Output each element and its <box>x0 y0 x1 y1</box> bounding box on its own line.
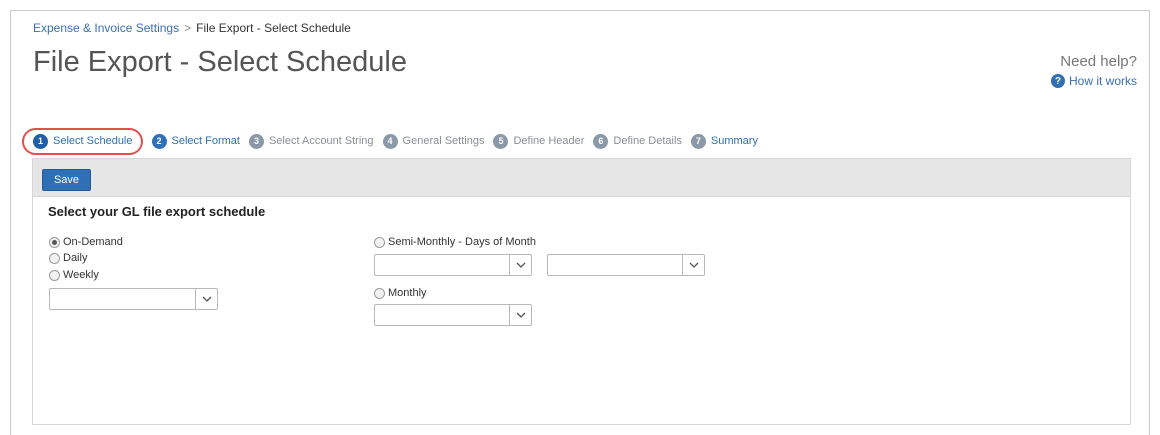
radio-indicator <box>374 236 385 248</box>
step-number: 5 <box>493 133 509 149</box>
step-number: 3 <box>248 133 264 149</box>
step-label: Summary <box>710 135 758 147</box>
chevron-down-icon <box>682 255 704 275</box>
radio-label: Weekly <box>63 269 99 281</box>
save-button[interactable]: Save <box>42 169 91 191</box>
step-label: Select Account String <box>268 135 374 147</box>
help-panel: Need help? ? How it works <box>1050 53 1137 88</box>
radio-indicator <box>49 252 60 264</box>
weekly-day-select[interactable] <box>49 288 218 310</box>
radio-daily[interactable]: Daily <box>49 252 87 264</box>
section-title: Select your GL file export schedule <box>48 204 266 219</box>
radio-weekly[interactable]: Weekly <box>49 269 99 281</box>
chevron-down-icon <box>509 255 531 275</box>
radio-indicator <box>49 269 60 281</box>
radio-label: Daily <box>63 252 88 264</box>
radio-label: Monthly <box>388 287 427 299</box>
step-label: Define Details <box>613 135 682 147</box>
step-number: 6 <box>593 133 609 149</box>
toolbar: Save <box>33 159 1130 197</box>
wizard-steps: 1 Select Schedule 2 Select Format 3 Sele… <box>22 127 767 155</box>
step-label: Select Schedule <box>53 135 133 147</box>
monthly-day-select[interactable] <box>374 304 532 326</box>
radio-label: On-Demand <box>63 236 123 248</box>
step-general-settings[interactable]: 4 General Settings <box>382 133 485 149</box>
step-select-schedule[interactable]: 1 Select Schedule <box>22 127 143 155</box>
page-title: File Export - Select Schedule <box>33 46 407 78</box>
how-it-works-label: How it works <box>1068 74 1137 88</box>
step-define-details[interactable]: 6 Define Details <box>593 133 682 149</box>
breadcrumb-current: File Export - Select Schedule <box>196 21 351 35</box>
question-circle-icon: ? <box>1050 74 1065 88</box>
step-select-format[interactable]: 2 Select Format <box>151 133 240 149</box>
chevron-down-icon <box>509 305 531 325</box>
need-help-label: Need help? <box>1060 53 1137 70</box>
schedule-panel: Save Select your GL file export schedule… <box>32 158 1131 425</box>
step-select-account-string[interactable]: 3 Select Account String <box>248 133 374 149</box>
radio-label: Semi-Monthly - Days of Month <box>388 236 536 248</box>
chevron-down-icon <box>195 289 217 309</box>
breadcrumb-separator: > <box>184 21 192 35</box>
step-summary[interactable]: 7 Summary <box>690 133 758 149</box>
step-label: Define Header <box>513 135 585 147</box>
step-label: Select Format <box>171 135 240 147</box>
radio-semi-monthly[interactable]: Semi-Monthly - Days of Month <box>374 236 536 248</box>
how-it-works-link[interactable]: ? How it works <box>1050 74 1137 88</box>
semi-monthly-second-day-select[interactable] <box>547 254 705 276</box>
breadcrumb: Expense & Invoice Settings > File Export -… <box>33 21 351 35</box>
step-number: 2 <box>151 133 167 149</box>
step-number: 4 <box>382 133 398 149</box>
semi-monthly-first-day-select[interactable] <box>374 254 532 276</box>
step-define-header[interactable]: 5 Define Header <box>493 133 585 149</box>
step-label: General Settings <box>402 135 485 147</box>
radio-monthly[interactable]: Monthly <box>374 287 427 299</box>
radio-indicator <box>49 236 60 248</box>
step-number: 1 <box>33 133 48 149</box>
radio-indicator <box>374 287 385 299</box>
breadcrumb-parent-link[interactable]: Expense & Invoice Settings <box>33 21 179 35</box>
radio-on-demand[interactable]: On-Demand <box>49 236 123 248</box>
step-number: 7 <box>690 133 706 149</box>
